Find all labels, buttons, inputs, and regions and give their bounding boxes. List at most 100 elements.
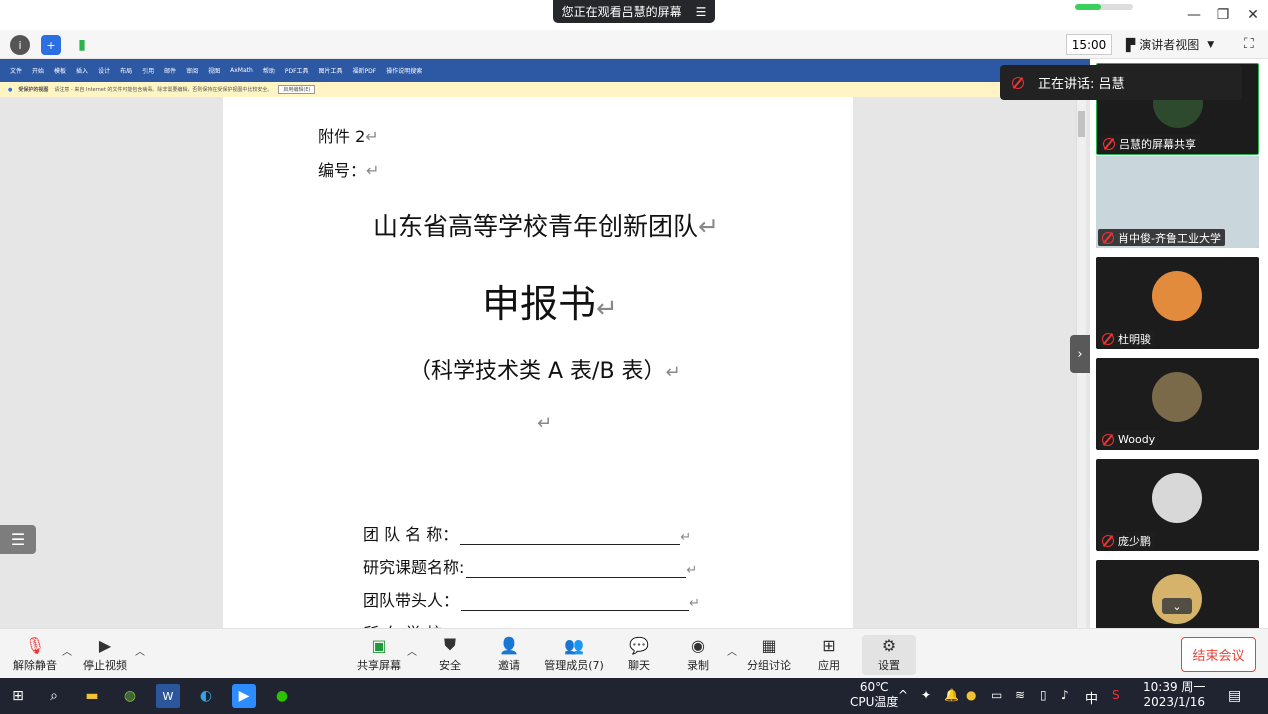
form-field-label: 团队带头人： bbox=[363, 591, 460, 610]
ribbon-tab[interactable]: 模板 bbox=[54, 66, 66, 75]
clock-date: 2023/1/16 bbox=[1143, 695, 1205, 709]
mic-off-icon bbox=[1102, 433, 1114, 446]
chat-icon: 💬 bbox=[629, 635, 649, 655]
gear-icon: ⚙ bbox=[881, 635, 897, 655]
form-field-underline[interactable] bbox=[460, 531, 681, 545]
close-button[interactable]: ✕ bbox=[1242, 4, 1264, 26]
ribbon-tab[interactable]: 图片工具 bbox=[319, 66, 343, 75]
windows-start-icon[interactable]: ⊞ bbox=[6, 684, 30, 708]
apps-label: 应用 bbox=[818, 659, 840, 672]
ribbon-tab[interactable]: PDF工具 bbox=[285, 66, 309, 75]
chat-label: 聊天 bbox=[628, 659, 650, 672]
empty-paragraph: ↵ bbox=[537, 413, 553, 434]
clock[interactable]: 10:39 周一 2023/1/16 bbox=[1143, 680, 1205, 710]
collapse-panel-handle[interactable]: › bbox=[1070, 335, 1090, 373]
invite-button[interactable]: 👤 邀请 bbox=[474, 635, 544, 675]
form-field-underline[interactable] bbox=[461, 597, 690, 611]
unmute-button[interactable]: 🎙 解除静音 bbox=[0, 635, 70, 675]
windows-taskbar: ⊞ ⌕ ▬ ◍ W ◐ ▶ ● 60℃ CPU温度 ^ ✦ 🔔 ● ▭ ≋ ▯ … bbox=[0, 678, 1268, 714]
record-button[interactable]: ◉ 录制 bbox=[663, 635, 733, 675]
ribbon-tab[interactable]: 设计 bbox=[98, 66, 110, 75]
viewing-indicator[interactable]: 您正在观看吕慧的屏幕 ☰ bbox=[553, 0, 715, 23]
active-speaker-banner: 正在讲话: 吕慧 bbox=[1000, 65, 1242, 100]
camera-icon: ▶ bbox=[98, 635, 112, 655]
participant-name-label: 庞少鹏 bbox=[1098, 532, 1155, 549]
tray-app-icon[interactable]: ✦ bbox=[921, 688, 931, 702]
edge-icon[interactable]: ◐ bbox=[194, 684, 218, 708]
ribbon-tab[interactable]: 视图 bbox=[208, 66, 220, 75]
battery-fill bbox=[1075, 4, 1102, 10]
scroll-down-chevron-icon[interactable]: ⌄ bbox=[1162, 598, 1192, 614]
fullscreen-icon[interactable]: ⛶ bbox=[1244, 36, 1254, 52]
chevron-right-icon: › bbox=[1077, 346, 1083, 362]
apps-button[interactable]: ⊞ 应用 bbox=[794, 635, 864, 675]
ribbon-tab[interactable]: 插入 bbox=[76, 66, 88, 75]
mic-off-icon bbox=[1102, 332, 1114, 345]
file-explorer-icon[interactable]: ▬ bbox=[80, 684, 104, 708]
ribbon-tab[interactable]: 福昕PDF bbox=[353, 66, 377, 75]
participant-tile[interactable]: 肖中俊-齐鲁工业大学 bbox=[1096, 156, 1259, 248]
return-mark: ↵ bbox=[680, 530, 692, 545]
participant-tile[interactable]: 庞少鹏 bbox=[1096, 459, 1259, 551]
mic-off-icon bbox=[1102, 534, 1114, 547]
return-mark: ↵ bbox=[686, 563, 698, 578]
ribbon-tab[interactable]: AxMath bbox=[230, 67, 253, 74]
tray-app2-icon[interactable]: ● bbox=[966, 688, 976, 702]
settings-button[interactable]: ⚙ 设置 bbox=[862, 635, 916, 675]
participant-panel: 吕慧的屏幕共享肖中俊-齐鲁工业大学杜明骏 Woody 庞少鹏 ⌄ bbox=[1090, 59, 1268, 652]
ribbon-tab[interactable]: 文件 bbox=[10, 66, 22, 75]
battery-icon[interactable]: ▭ bbox=[991, 688, 1002, 702]
shield-icon[interactable]: + bbox=[41, 35, 61, 55]
enable-editing-button[interactable]: 启用编辑(E) bbox=[278, 85, 316, 94]
form-field-label: 研究课题名称: bbox=[363, 558, 465, 577]
view-mode-button[interactable]: ▛ 演讲者视图 ▼ bbox=[1126, 34, 1232, 55]
form-field-row: 研究课题名称: ↵ bbox=[363, 554, 697, 578]
ribbon-tab[interactable]: 引用 bbox=[142, 66, 154, 75]
notification-bell-icon[interactable]: 🔔 bbox=[944, 688, 959, 702]
signal-icon[interactable]: ▮ bbox=[72, 35, 92, 55]
ribbon-tab[interactable]: 邮件 bbox=[164, 66, 176, 75]
action-center-icon[interactable]: ▤ bbox=[1228, 688, 1241, 704]
ribbon-tab[interactable]: 布局 bbox=[120, 66, 132, 75]
word-icon[interactable]: W bbox=[156, 684, 180, 708]
end-meeting-button[interactable]: 结束会议 bbox=[1181, 637, 1256, 672]
power-icon[interactable]: ▯ bbox=[1040, 688, 1047, 702]
info-icon[interactable]: i bbox=[10, 35, 30, 55]
ribbon-tab[interactable]: 帮助 bbox=[263, 66, 275, 75]
search-icon[interactable]: ⌕ bbox=[42, 684, 66, 708]
tray-chevron-icon[interactable]: ^ bbox=[898, 688, 908, 702]
participant-name-label: 吕慧的屏幕共享 bbox=[1099, 135, 1200, 152]
ribbon-tab[interactable]: 操作说明搜索 bbox=[386, 66, 422, 75]
participants-button[interactable]: 👥 管理成员(7) bbox=[539, 635, 609, 675]
outline-button[interactable]: ☰ bbox=[0, 525, 36, 554]
participant-name-label: Woody bbox=[1098, 431, 1160, 448]
form-field-label: 所 在 学 校： bbox=[363, 620, 458, 628]
minimize-button[interactable]: — bbox=[1183, 4, 1205, 26]
shared-screen: 文件 开始 模板 插入 设计 布局 引用 邮件 审阅 视图 AxMath 帮助 PDF工具 图片工具 福昕P… bbox=[0, 59, 1090, 628]
wechat-icon[interactable]: ● bbox=[270, 684, 294, 708]
participant-tile[interactable]: Woody bbox=[1096, 358, 1259, 450]
ime-app-icon[interactable]: S bbox=[1112, 688, 1120, 702]
volume-icon[interactable]: ♪ bbox=[1061, 688, 1069, 702]
mic-off-icon bbox=[1103, 137, 1115, 150]
participants-label: 管理成员(7) bbox=[544, 659, 604, 672]
browser-icon[interactable]: ◍ bbox=[118, 684, 142, 708]
ribbon-tab[interactable]: 开始 bbox=[32, 66, 44, 75]
stop-video-button[interactable]: ▶ 停止视频 bbox=[70, 635, 140, 675]
wifi-icon[interactable]: ≋ bbox=[1015, 688, 1025, 702]
video-options-chevron[interactable]: ︿ bbox=[135, 643, 145, 658]
form-field-underline[interactable] bbox=[466, 564, 687, 578]
ribbon-tab[interactable]: 审阅 bbox=[186, 66, 198, 75]
unmute-label: 解除静音 bbox=[13, 659, 57, 672]
share-screen-button[interactable]: ▣ 共享屏幕 bbox=[344, 635, 414, 675]
scroll-thumb[interactable] bbox=[1078, 111, 1085, 137]
zoom-icon[interactable]: ▶ bbox=[232, 684, 256, 708]
users-icon: 👥 bbox=[564, 635, 584, 655]
restore-button[interactable]: ❐ bbox=[1212, 4, 1234, 26]
ime-indicator[interactable]: 中 bbox=[1085, 688, 1098, 707]
meeting-toolbar: i + ▮ 15:00 ▛ 演讲者视图 ▼ ⛶ bbox=[0, 30, 1268, 59]
return-mark: ↵ bbox=[689, 596, 700, 611]
participant-tile[interactable]: 杜明骏 bbox=[1096, 257, 1259, 349]
title-bar: 您正在观看吕慧的屏幕 ☰ — ❐ ✕ bbox=[0, 0, 1268, 30]
participant-name-label: 杜明骏 bbox=[1098, 330, 1155, 347]
